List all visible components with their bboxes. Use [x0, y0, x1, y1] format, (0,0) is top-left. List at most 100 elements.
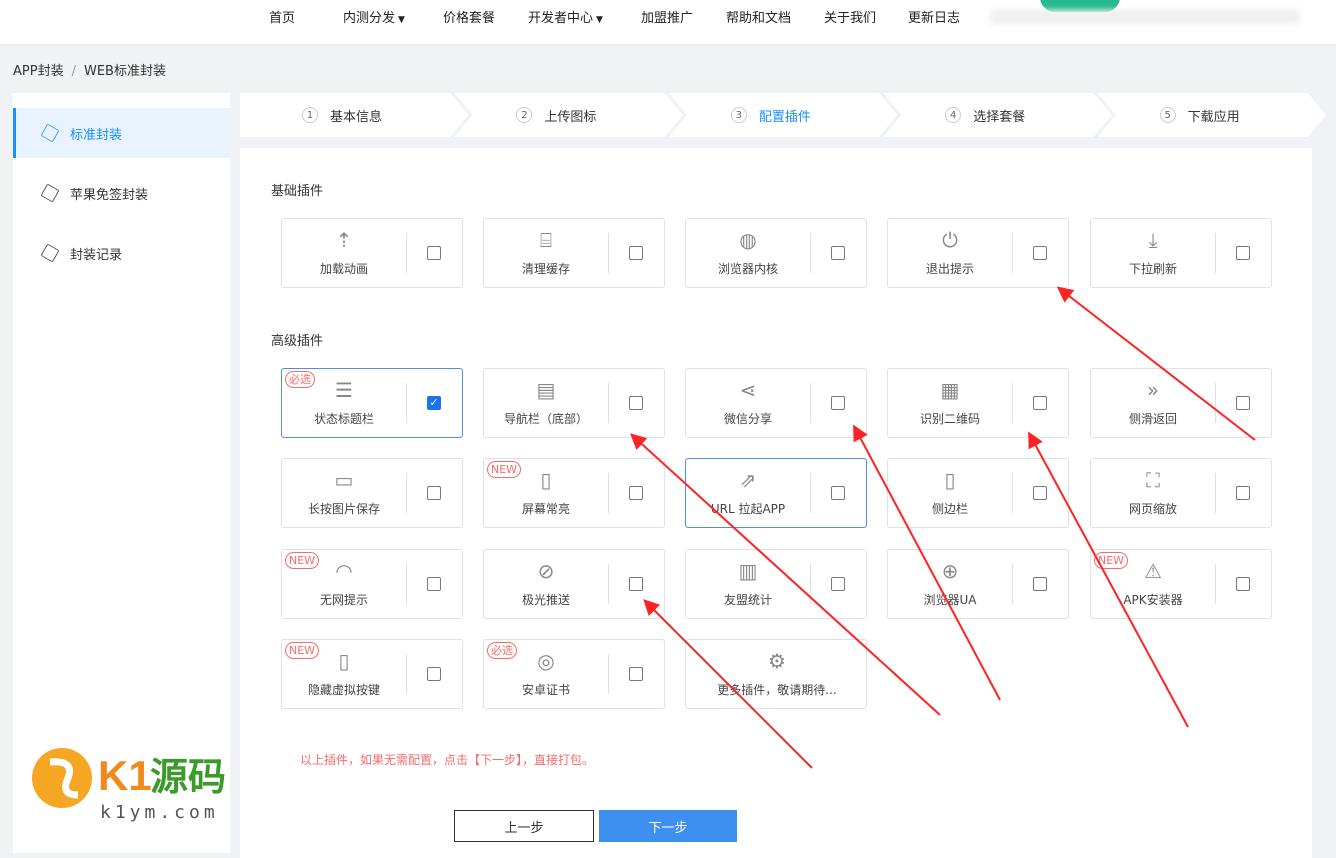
plugin-checkbox[interactable] — [427, 577, 441, 591]
gear-icon: ⚙ — [768, 649, 786, 673]
sidebar-item[interactable]: 封装记录 — [13, 228, 230, 278]
nav-item[interactable]: 开发者中心 ▼ — [528, 7, 603, 26]
plugin-checkbox[interactable] — [1236, 396, 1250, 410]
plugin-checkbox[interactable] — [427, 486, 441, 500]
plugin-card[interactable]: ◍ 浏览器内核 — [685, 218, 867, 288]
nav-item[interactable]: 帮助和文档 — [726, 7, 791, 26]
plugin-checkbox[interactable] — [1236, 246, 1250, 260]
breadcrumb-current: WEB标准封装 — [83, 64, 166, 79]
plugin-card[interactable]: ⇗ URL 拉起APP — [685, 458, 867, 528]
power-icon: ⏻ — [942, 228, 958, 252]
plugin-checkbox[interactable] — [629, 396, 643, 410]
cube-icon — [40, 243, 60, 263]
plugin-checkbox[interactable] — [629, 486, 643, 500]
plugin-label: 友盟统计 — [723, 593, 772, 607]
step-4: 4 选择套餐 — [883, 93, 1112, 137]
plugin-card[interactable]: ▥ 友盟统计 — [685, 549, 867, 619]
plugin-label: URL 拉起APP — [710, 502, 786, 516]
plugin-card[interactable]: ▤ 导航栏（底部） — [483, 368, 665, 438]
plugin-card[interactable]: ⚠ APK安装器 NEW — [1090, 549, 1272, 619]
step-label: 上传图标 — [544, 109, 597, 125]
nav-label: 更新日志 — [908, 11, 961, 26]
nav-item[interactable]: 更新日志 — [908, 7, 960, 26]
nav-item[interactable]: 价格套餐 — [443, 7, 495, 26]
divider — [608, 654, 609, 694]
plugin-checkbox[interactable] — [831, 577, 845, 591]
plugin-label: 屏幕常亮 — [521, 502, 570, 516]
step-1: 1 基本信息 — [240, 93, 469, 137]
plugin-card[interactable]: ⊕ 浏览器UA — [887, 549, 1069, 619]
divider — [1215, 233, 1216, 273]
plugin-card[interactable]: ◠ 无网提示 NEW — [281, 549, 463, 619]
plugin-checkbox[interactable] — [427, 246, 441, 260]
plugin-checkbox[interactable] — [1033, 486, 1047, 500]
plugin-card[interactable]: ⛶ 网页缩放 — [1090, 458, 1272, 528]
nav-item[interactable]: 首页 — [269, 7, 295, 26]
plugin-checkbox[interactable] — [629, 667, 643, 681]
plugin-card[interactable]: ☰ 状态标题栏 ✓ 必选 — [281, 368, 463, 438]
plugin-checkbox[interactable] — [831, 486, 845, 500]
step-progress: 1 基本信息 2 上传图标 3 配置插件 4 选择套餐 5 下载应用 — [240, 93, 1327, 137]
plugin-checkbox[interactable] — [427, 667, 441, 681]
caret-down-icon: ▼ — [398, 15, 405, 25]
nav-label: 加盟推广 — [641, 11, 694, 26]
plugin-checkbox[interactable] — [1236, 486, 1250, 500]
plugin-card[interactable]: ⏻ 退出提示 — [887, 218, 1069, 288]
push-icon: ⊘ — [537, 559, 555, 583]
plugin-card[interactable]: ⚙ 更多插件，敬请期待... — [685, 639, 867, 709]
plugin-card[interactable]: ▯ 隐藏虚拟按键 NEW — [281, 639, 463, 709]
breadcrumb: APP封装 / WEB标准封装 — [13, 64, 166, 79]
breadcrumb-item[interactable]: APP封装 — [13, 64, 64, 79]
nav-item[interactable]: 关于我们 — [824, 7, 876, 26]
plugin-card[interactable]: ▦ 识别二维码 — [887, 368, 1069, 438]
double-chevron-icon: » — [1146, 378, 1160, 402]
plugin-label: 无网提示 — [319, 593, 368, 607]
sidebar-item[interactable]: 标准封装 — [13, 108, 230, 158]
plugin-card[interactable]: ⌸ 清理缓存 — [483, 218, 665, 288]
nav-label: 内测分发 — [343, 11, 396, 26]
divider — [1012, 473, 1013, 513]
plugin-card[interactable]: ◎ 安卓证书 必选 — [483, 639, 665, 709]
plugin-card[interactable]: ▯ 屏幕常亮 NEW — [483, 458, 665, 528]
divider — [1215, 564, 1216, 604]
plugin-label: 下拉刷新 — [1128, 262, 1177, 276]
plugin-label: 安卓证书 — [521, 683, 570, 697]
blurred-user-area — [990, 10, 1300, 24]
nav-item[interactable]: 加盟推广 — [641, 7, 693, 26]
plugin-checkbox[interactable] — [1033, 246, 1047, 260]
divider — [406, 383, 407, 423]
plugin-checkbox[interactable]: ✓ — [427, 396, 441, 410]
plugin-card[interactable]: ⇡ 加载动画 — [281, 218, 463, 288]
plugin-card[interactable]: ⤓ 下拉刷新 — [1090, 218, 1272, 288]
divider — [406, 233, 407, 273]
plugin-label: APK安装器 — [1123, 593, 1183, 607]
plugin-checkbox[interactable] — [1033, 396, 1047, 410]
svg-text:源码: 源码 — [150, 755, 226, 799]
divider — [406, 564, 407, 604]
svg-text:K1: K1 — [98, 752, 152, 799]
plugin-card[interactable]: » 侧滑返回 — [1090, 368, 1272, 438]
prev-step-button[interactable]: 上一步 — [454, 810, 594, 842]
plugin-checkbox[interactable] — [831, 246, 845, 260]
plugin-checkbox[interactable] — [629, 246, 643, 260]
divider — [406, 473, 407, 513]
plugin-label: 长按图片保存 — [307, 502, 380, 516]
plugin-checkbox[interactable] — [1033, 577, 1047, 591]
plugin-label: 识别二维码 — [919, 412, 980, 426]
plugin-checkbox[interactable] — [831, 396, 845, 410]
upload-icon: ⇡ — [335, 228, 353, 252]
qrcode-icon: ▦ — [940, 378, 960, 402]
sidebar-item[interactable]: 苹果免签封装 — [13, 168, 230, 218]
plugin-card[interactable]: ⊘ 极光推送 — [483, 549, 665, 619]
plugin-checkbox[interactable] — [1236, 577, 1250, 591]
plugin-checkbox[interactable] — [629, 577, 643, 591]
plugin-card[interactable]: ⋖ 微信分享 — [685, 368, 867, 438]
nav-item[interactable]: 内测分发 ▼ — [343, 7, 405, 26]
share-icon: ⋖ — [739, 378, 757, 402]
plugin-card[interactable]: ▯ 侧边栏 — [887, 458, 1069, 528]
plugin-card[interactable]: ▭ 长按图片保存 — [281, 458, 463, 528]
next-step-button[interactable]: 下一步 — [599, 810, 737, 842]
plugin-badge: NEW — [1094, 552, 1129, 569]
nav-label: 价格套餐 — [443, 11, 496, 26]
plugin-label: 浏览器内核 — [717, 262, 778, 276]
